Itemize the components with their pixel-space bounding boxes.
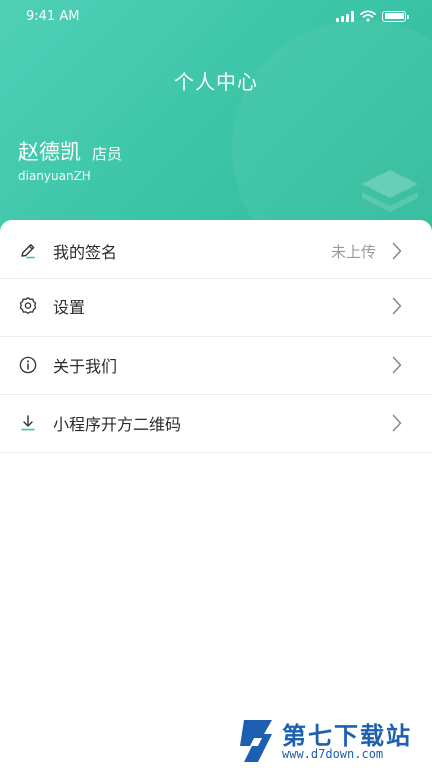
wifi-icon xyxy=(360,10,376,22)
layers-icon xyxy=(362,170,418,212)
divider xyxy=(0,452,432,453)
user-id: dianyuanZH xyxy=(18,169,91,183)
watermark-url: www.d7down.com xyxy=(282,747,384,761)
watermark-logo-icon xyxy=(240,720,272,762)
watermark-title: 第七下载站 xyxy=(282,722,412,750)
user-role: 店员 xyxy=(92,145,123,163)
menu-item-label: 设置 xyxy=(53,298,86,317)
menu-item-label: 小程序开方二维码 xyxy=(53,415,182,434)
menu-card: 我的签名 未上传 设置 关于我们 小程序开方二维码 xyxy=(0,220,432,768)
chevron-right-icon xyxy=(392,413,404,433)
signature-status: 未上传 xyxy=(330,242,376,261)
status-bar: 9:41 AM xyxy=(0,0,432,34)
user-name: 赵德凯 xyxy=(18,140,81,164)
status-icons xyxy=(336,10,409,22)
chevron-right-icon xyxy=(392,241,404,261)
page-title: 个人中心 xyxy=(174,70,258,94)
watermark: 第七下载站 www.d7down.com xyxy=(236,714,432,768)
menu-item-about[interactable]: 关于我们 xyxy=(0,337,432,393)
profile-header: 9:41 AM 个人中心 赵德凯 店员 dianyuanZH xyxy=(0,0,432,250)
gear-icon xyxy=(18,296,38,316)
menu-item-signature[interactable]: 我的签名 未上传 xyxy=(0,223,432,279)
chevron-right-icon xyxy=(392,296,404,316)
menu-item-qrcode[interactable]: 小程序开方二维码 xyxy=(0,395,432,451)
battery-icon xyxy=(382,10,409,22)
pen-icon xyxy=(18,241,38,261)
download-icon xyxy=(18,413,38,433)
menu-item-label: 关于我们 xyxy=(53,357,118,376)
menu-item-settings[interactable]: 设置 xyxy=(0,278,432,334)
signal-icon xyxy=(336,10,354,22)
menu-item-label: 我的签名 xyxy=(53,243,118,262)
chevron-right-icon xyxy=(392,355,404,375)
info-icon xyxy=(18,355,38,375)
status-time: 9:41 AM xyxy=(26,9,80,24)
